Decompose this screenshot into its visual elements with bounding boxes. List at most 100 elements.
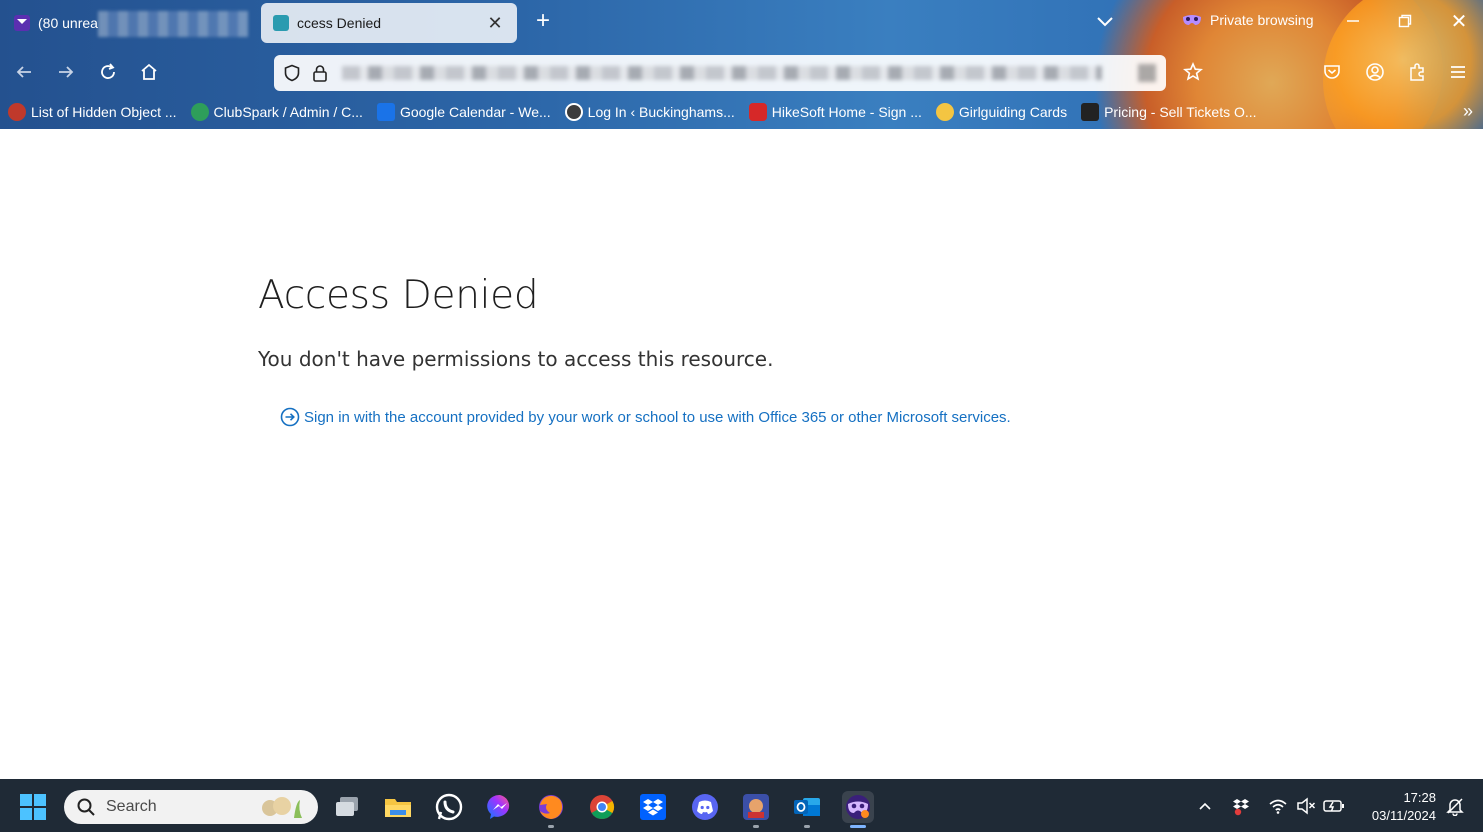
tracking-protection-shield-icon[interactable] xyxy=(282,63,302,83)
bookmarks-overflow-button[interactable]: » xyxy=(1463,101,1473,122)
bookmark-item[interactable]: ClubSpark / Admin / C... xyxy=(190,103,363,121)
bookmark-label: HikeSoft Home - Sign ... xyxy=(771,104,922,120)
arrow-circle-right-icon xyxy=(280,407,300,427)
google-calendar-icon xyxy=(376,103,395,121)
chevron-up-icon xyxy=(1199,802,1211,810)
messenger-button[interactable] xyxy=(484,791,516,823)
bookmark-item[interactable]: HikeSoft Home - Sign ... xyxy=(748,103,922,121)
ticket-icon xyxy=(1081,103,1100,121)
bookmark-item[interactable]: Log In ‹ Buckinghams... xyxy=(564,103,735,121)
whatsapp-button[interactable] xyxy=(433,791,465,823)
running-indicator xyxy=(804,825,810,828)
minimize-button[interactable] xyxy=(1342,10,1364,32)
restore-button[interactable] xyxy=(1394,10,1416,32)
dropbox-button[interactable] xyxy=(637,791,669,823)
close-window-button[interactable]: ✕ xyxy=(1448,10,1470,33)
hikesoft-icon xyxy=(748,103,767,121)
file-explorer-icon xyxy=(385,799,411,817)
bookmark-label: Pricing - Sell Tickets O... xyxy=(1104,104,1257,120)
minimize-icon xyxy=(1347,20,1359,22)
account-icon xyxy=(1366,63,1384,81)
start-button[interactable] xyxy=(20,794,46,820)
browser-chrome: (80 unrea ccess Denied ✕ + Private brows… xyxy=(0,0,1483,129)
running-indicator xyxy=(753,825,759,828)
lock-icon[interactable] xyxy=(310,63,330,83)
bookmark-label: Girlguiding Cards xyxy=(958,104,1068,120)
battery-button[interactable] xyxy=(1323,795,1345,817)
bookmark-label: Google Calendar - We... xyxy=(399,104,551,120)
game-app-button[interactable] xyxy=(740,791,772,828)
volume-button[interactable] xyxy=(1295,795,1317,817)
chrome-button[interactable] xyxy=(586,791,618,823)
bookmark-item[interactable]: Girlguiding Cards xyxy=(935,103,1068,121)
reload-icon xyxy=(101,63,115,79)
outlook-button[interactable] xyxy=(791,791,823,828)
outlook-icon xyxy=(794,798,820,816)
error-message: You don't have permissions to access thi… xyxy=(258,347,774,371)
notifications-button[interactable] xyxy=(1444,795,1466,817)
tab-mail[interactable]: (80 unrea xyxy=(2,3,258,43)
reload-button[interactable] xyxy=(96,60,120,84)
bookmark-star-button[interactable] xyxy=(1181,60,1205,84)
pocket-button[interactable] xyxy=(1320,60,1344,84)
forward-button[interactable] xyxy=(54,60,78,84)
hamburger-menu-icon xyxy=(1451,66,1465,78)
bookmark-label: List of Hidden Object ... xyxy=(31,104,177,120)
show-hidden-icons-button[interactable] xyxy=(1194,795,1216,817)
navigation-toolbar xyxy=(0,50,1483,94)
taskbar: Search 17:28 03/11/2024 xyxy=(0,779,1483,832)
game-icon xyxy=(743,794,769,820)
chevron-down-icon xyxy=(1097,17,1113,27)
tab-title: ccess Denied xyxy=(297,15,382,31)
bookmark-item[interactable]: Google Calendar - We... xyxy=(376,103,551,121)
menu-button[interactable] xyxy=(1446,60,1470,84)
tab-access-denied[interactable]: ccess Denied ✕ xyxy=(261,3,517,43)
task-view-icon xyxy=(336,797,358,816)
star-icon xyxy=(1183,62,1203,81)
notification-bell-icon xyxy=(1446,798,1464,816)
hidden-object-icon xyxy=(8,103,26,121)
volume-muted-icon xyxy=(1297,797,1316,815)
restore-icon xyxy=(1398,14,1412,28)
firefox-icon xyxy=(539,795,563,819)
bookmark-item[interactable]: Pricing - Sell Tickets O... xyxy=(1081,103,1257,121)
back-button[interactable] xyxy=(12,60,36,84)
windows-logo-icon xyxy=(20,794,46,820)
dropbox-tray-button[interactable] xyxy=(1230,795,1252,817)
puzzle-icon xyxy=(1410,63,1424,81)
system-clock[interactable]: 17:28 03/11/2024 xyxy=(1356,789,1436,825)
close-tab-icon[interactable]: ✕ xyxy=(485,13,505,33)
list-all-tabs-button[interactable] xyxy=(1094,10,1116,32)
wifi-button[interactable] xyxy=(1267,795,1289,817)
redacted-tab-text xyxy=(98,11,248,37)
task-view-button[interactable] xyxy=(331,791,363,823)
file-explorer-button[interactable] xyxy=(382,791,414,823)
account-button[interactable] xyxy=(1363,60,1387,84)
search-highlight-icon xyxy=(262,797,302,818)
extensions-button[interactable] xyxy=(1405,60,1429,84)
bookmark-label: ClubSpark / Admin / C... xyxy=(213,104,363,120)
back-arrow-icon xyxy=(16,66,31,78)
sign-in-link-text: Sign in with the account provided by you… xyxy=(304,408,1011,426)
home-button[interactable] xyxy=(137,60,161,84)
discord-button[interactable] xyxy=(689,791,721,823)
firefox-private-icon xyxy=(846,795,870,819)
firefox-button[interactable] xyxy=(535,791,567,828)
bookmark-item[interactable]: List of Hidden Object ... xyxy=(8,103,177,121)
address-bar[interactable] xyxy=(274,55,1166,91)
messenger-icon xyxy=(487,794,510,819)
wordpress-icon xyxy=(564,103,583,121)
lightbulb-icon xyxy=(935,103,954,121)
taskbar-search[interactable]: Search xyxy=(64,790,318,824)
active-indicator xyxy=(850,825,866,828)
clock-time: 17:28 xyxy=(1403,790,1436,805)
new-tab-button[interactable]: + xyxy=(530,9,556,35)
dropbox-tray-icon xyxy=(1233,799,1249,816)
sign-in-link[interactable]: Sign in with the account provided by you… xyxy=(280,407,1011,427)
firefox-private-button[interactable] xyxy=(842,791,874,828)
whatsapp-icon xyxy=(435,793,463,821)
tab-strip: (80 unrea ccess Denied ✕ + Private brows… xyxy=(0,0,1483,46)
private-browsing-indicator: Private browsing xyxy=(1182,12,1314,28)
clubspark-icon xyxy=(190,103,209,121)
home-icon xyxy=(141,63,157,80)
